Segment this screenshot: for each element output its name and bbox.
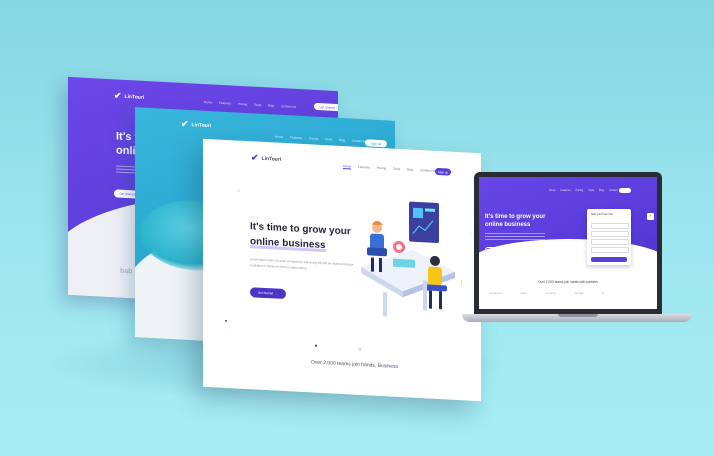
partners-text: Over 2,000 teams join hands, Business [311, 359, 398, 370]
laptop-screen: Home Features Pricing Tools Blog Contact… [474, 172, 662, 314]
laptop-notch [558, 314, 598, 317]
nav-blog[interactable]: Blog [268, 103, 274, 107]
nav-pricing[interactable]: Pricing [309, 136, 318, 140]
partner-logo: Instagram [489, 291, 503, 295]
circle-deco-icon: ○ [237, 188, 241, 195]
brand-logo[interactable]: ✔ LinTouri [251, 152, 282, 164]
partner-logo: Amazon [545, 291, 557, 295]
white-page-mockup: ✔ LinTouri Home Features Pricing Tools B… [203, 138, 481, 402]
nav-contact[interactable]: Contact Us [281, 104, 296, 109]
nav-blog[interactable]: Blog [407, 167, 413, 172]
laptop-header-button[interactable] [619, 188, 631, 193]
laptop-paragraph-placeholder [485, 233, 545, 241]
hero-cta-label: Get Started [257, 290, 274, 296]
check-logo-icon: ✔ [114, 90, 122, 101]
form-field-phone[interactable] [591, 239, 629, 245]
nav-features[interactable]: Features [219, 101, 231, 106]
nav-tools[interactable]: Tools [393, 167, 400, 172]
hero-headline-line2: online business [250, 236, 326, 253]
form-submit-button[interactable] [591, 257, 627, 262]
check-logo-icon: ✔ [181, 118, 189, 129]
brand-name: LinTouri [261, 155, 282, 163]
nav-blog[interactable]: Blog [339, 138, 345, 142]
laptop-partners-text: Over 2,000 teams join hands with partner… [538, 280, 598, 284]
signup-button[interactable]: Sign up [435, 167, 451, 176]
laptop-nav: Home Features Pricing Tools Blog Contact [549, 189, 618, 192]
header-button[interactable]: Get Started [314, 102, 338, 112]
form-title: Start your Free trial [591, 213, 613, 216]
laptop-cta-button[interactable] [485, 247, 503, 254]
nav-home[interactable]: Home [275, 135, 283, 139]
hero-cta-button[interactable]: Get Started → [250, 287, 286, 300]
nav-pricing[interactable]: Pricing [238, 102, 247, 106]
office-illustration [361, 201, 455, 317]
nav-contact[interactable]: Contact [609, 189, 618, 192]
nav-tools[interactable]: Tools [588, 189, 594, 192]
laptop-headline-line2: online business [485, 222, 531, 228]
signup-form: Start your Free trial [587, 209, 631, 265]
top-nav: Home Features Pricing Tools Blog Contact… [275, 135, 367, 144]
form-field-password[interactable] [591, 247, 629, 253]
top-nav: Home Features Pricing Tools Blog Contact… [204, 100, 296, 109]
partner-logos: Instagram slack Amazon Google fb [489, 291, 604, 295]
hero-headline-line1: It's time to grow your [250, 221, 351, 238]
partners-text-fragment: bab [120, 267, 133, 276]
nav-tools[interactable]: Tools [254, 103, 261, 107]
nav-pricing[interactable]: Pricing [576, 189, 584, 192]
brand-name: LinTouri [124, 93, 145, 101]
nav-features[interactable]: Features [561, 189, 571, 192]
partner-logo: fb [601, 291, 605, 295]
nav-home[interactable]: Home [343, 164, 352, 170]
partner-logo: Google [574, 291, 584, 295]
nav-features[interactable]: Features [358, 165, 370, 171]
laptop-headline-line1: It's time to grow your [485, 214, 546, 220]
dot-deco [315, 344, 317, 347]
nav-tools[interactable]: Tools [325, 137, 332, 141]
partner-logo: slack [520, 291, 528, 295]
laptop-hero-headline: It's time to grow your online business [485, 213, 545, 229]
arrow-right-icon: → [275, 291, 279, 296]
laptop-display: Home Features Pricing Tools Blog Contact… [479, 177, 657, 309]
chevron-right-icon[interactable]: › [647, 213, 654, 220]
form-field-email[interactable] [591, 231, 629, 237]
brand-logo[interactable]: ✔ LinTouri [181, 118, 212, 131]
nav-blog[interactable]: Blog [599, 189, 604, 192]
nav-contact[interactable]: Contact Us [420, 168, 435, 174]
top-nav: Home Features Pricing Tools Blog Contact… [343, 164, 435, 174]
nav-pricing[interactable]: Pricing [377, 166, 386, 171]
check-logo-icon: ✔ [251, 152, 259, 163]
nav-features[interactable]: Features [290, 135, 302, 140]
form-field-name[interactable] [591, 223, 629, 229]
brand-logo[interactable]: ✔ LinTouri [114, 90, 145, 102]
nav-home[interactable]: Home [204, 100, 212, 104]
hero-paragraph: Lorem ipsum dolor sit amet consectetur a… [250, 257, 354, 271]
dot-deco [225, 319, 227, 322]
signup-button[interactable]: Sign up [365, 139, 387, 148]
circle-deco-icon: ○ [358, 346, 362, 354]
nav-home[interactable]: Home [549, 189, 556, 192]
brand-name: LinTouri [191, 121, 212, 129]
